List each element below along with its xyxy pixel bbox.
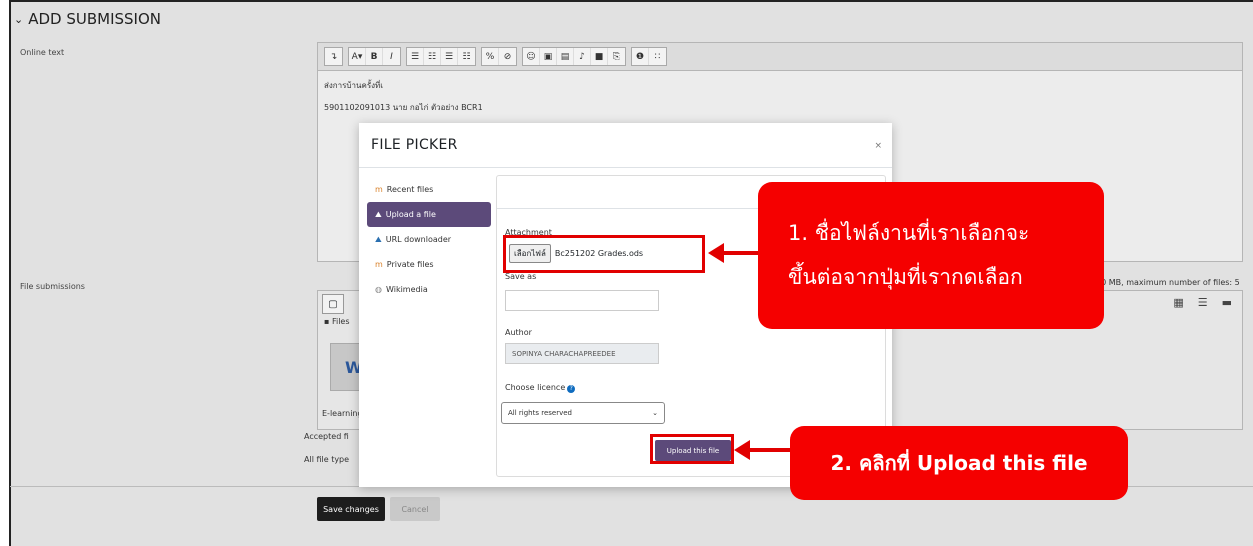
toolbar-unlink-icon[interactable]: ⊘ (499, 48, 516, 65)
author-input[interactable]: SOPINYA CHARACHAPREEDEE (505, 343, 659, 364)
grid-view-icon[interactable]: ▦ (1173, 296, 1183, 309)
save-as-input[interactable] (505, 290, 659, 311)
arrow-left-icon (708, 243, 758, 263)
save-changes-button[interactable]: Save changes (317, 497, 385, 521)
attachment-highlight (503, 235, 705, 273)
moodle-m-icon: m (375, 185, 383, 194)
toolbar-bold-icon[interactable]: B (366, 48, 383, 65)
chevron-down-icon: ⌄ (14, 12, 24, 26)
toolbar-number-list-icon[interactable]: ☷ (424, 48, 441, 65)
toolbar-font-icon[interactable]: A▾ (349, 48, 366, 65)
list-view-icon[interactable]: ☰ (1198, 296, 1208, 309)
moodle-m-icon: m (375, 260, 383, 269)
callout-step-2: 2. คลิกที่ Upload this file (790, 426, 1128, 500)
section-title: ADD SUBMISSION (28, 10, 161, 28)
folder-view-icon[interactable]: ▬ (1222, 296, 1232, 309)
licence-select[interactable]: All rights reserved ⌄ (501, 402, 665, 424)
repo-label: Upload a file (385, 210, 436, 219)
repo-label: Recent files (386, 185, 434, 194)
view-toggle: ▦ ☰ ▬ (1173, 296, 1232, 309)
url-icon: ⛰ (375, 234, 382, 244)
toolbar-indent-icon[interactable]: ☰ (441, 48, 458, 65)
accepted-types-text: Accepted fi (304, 432, 349, 441)
online-text-label: Online text (20, 48, 65, 57)
toolbar-bullet-list-icon[interactable]: ☰ (407, 48, 424, 65)
author-label: Author (505, 328, 532, 337)
repo-label: Private files (386, 260, 434, 269)
upload-highlight (650, 434, 734, 464)
callout-1-line-2: ขึ้นต่อจากปุ่มที่เรากดเลือก (788, 265, 1023, 289)
add-file-icon[interactable]: ▢ (322, 294, 344, 314)
repo-private-files[interactable]: m Private files (367, 252, 491, 277)
section-header[interactable]: ⌄ ADD SUBMISSION (14, 10, 161, 28)
wikimedia-icon: ◍ (375, 285, 382, 294)
toolbar-italic-icon[interactable]: I (383, 48, 400, 65)
toolbar-copy-icon[interactable]: ⎘ (608, 48, 625, 65)
repo-wikimedia[interactable]: ◍ Wikimedia (367, 277, 491, 302)
callout-step-1: 1. ชื่อไฟล์งานที่เราเลือกจะ ขึ้นต่อจากปุ… (758, 182, 1104, 329)
repo-upload-file[interactable]: ⛰ Upload a file (367, 202, 491, 227)
toolbar-media-icon[interactable]: ▤ (557, 48, 574, 65)
modal-title: FILE PICKER (371, 137, 458, 153)
toolbar-expand-icon[interactable]: ↴ (325, 48, 342, 65)
licence-label-text: Choose licence (505, 383, 566, 392)
licence-value: All rights reserved (508, 409, 572, 417)
toolbar-link-icon[interactable]: % (482, 48, 499, 65)
upload-icon: ⛰ (375, 209, 382, 219)
folder-path-label: Files (331, 317, 350, 326)
save-as-label: Save as (505, 272, 537, 281)
repository-list: m Recent files ⛰ Upload a file ⛰ URL dow… (367, 177, 491, 302)
editor-line-1: ส่งการบ้านครั้งที่เ (324, 81, 384, 90)
toolbar-more-icon[interactable]: ∷ (649, 48, 666, 65)
toolbar-accessibility-icon[interactable]: ❶ (632, 48, 649, 65)
editor-line-2: 5901102091013 นาย กอไก่ ตัวอย่าง BCR1 (324, 103, 483, 112)
chevron-down-icon: ⌄ (652, 409, 658, 417)
editor-toolbar: ↴ A▾ B I ☰ ☷ ☰ ☷ % ⊘ ☺ ▣ ▤ ♪ ■ ⎘ ❶ ∷ (318, 43, 1242, 71)
toolbar-outdent-icon[interactable]: ☷ (458, 48, 475, 65)
repo-recent-files[interactable]: m Recent files (367, 177, 491, 202)
repo-label: URL downloader (385, 235, 452, 244)
modal-divider (359, 167, 892, 168)
repo-label: Wikimedia (385, 285, 428, 294)
file-name[interactable]: E-learning (322, 409, 363, 418)
file-limit-text: 00 MB, maximum number of files: 5 (1096, 278, 1240, 287)
toolbar-audio-icon[interactable]: ♪ (574, 48, 591, 65)
cancel-button[interactable]: Cancel (390, 497, 440, 521)
toolbar-emoji-icon[interactable]: ☺ (523, 48, 540, 65)
help-icon[interactable]: ? (567, 384, 576, 393)
editor-content[interactable]: ส่งการบ้านครั้งที่เ 5901102091013 นาย กอ… (318, 71, 1242, 123)
toolbar-video-icon[interactable]: ■ (591, 48, 608, 65)
toolbar-image-icon[interactable]: ▣ (540, 48, 557, 65)
all-file-types-text: All file type (304, 455, 350, 464)
repo-url-downloader[interactable]: ⛰ URL downloader (367, 227, 491, 252)
arrow-left-icon (734, 440, 790, 460)
close-icon[interactable]: × (874, 141, 882, 151)
callout-1-line-1: 1. ชื่อไฟล์งานที่เราเลือกจะ (788, 221, 1030, 245)
file-submissions-label: File submissions (20, 282, 85, 291)
licence-label: Choose licence? (505, 383, 576, 393)
